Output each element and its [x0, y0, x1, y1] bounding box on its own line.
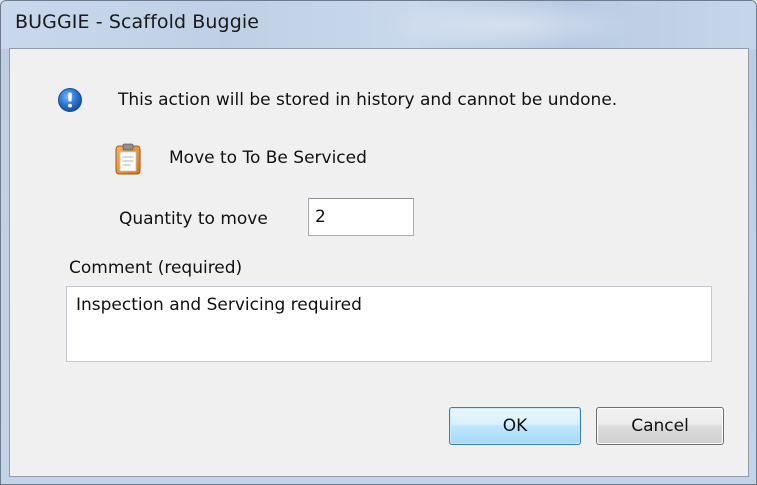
info-message: This action will be stored in history an… [118, 90, 618, 110]
comment-textarea[interactable]: Inspection and Servicing required [66, 286, 712, 362]
window-title: BUGGIE - Scaffold Buggie [15, 11, 260, 33]
title-bar-glow [381, 1, 641, 49]
cancel-button[interactable]: Cancel [596, 407, 724, 445]
dialog-window: BUGGIE - Scaffold Buggie This action wil… [0, 0, 757, 485]
action-description: Move to To Be Serviced [169, 148, 367, 168]
quantity-input[interactable] [308, 198, 414, 236]
comment-label: Comment (required) [69, 258, 243, 278]
quantity-label: Quantity to move [119, 209, 268, 229]
ok-button[interactable]: OK [449, 407, 581, 445]
info-icon [58, 88, 82, 112]
title-bar[interactable]: BUGGIE - Scaffold Buggie [1, 1, 756, 49]
clipboard-icon [115, 143, 141, 175]
